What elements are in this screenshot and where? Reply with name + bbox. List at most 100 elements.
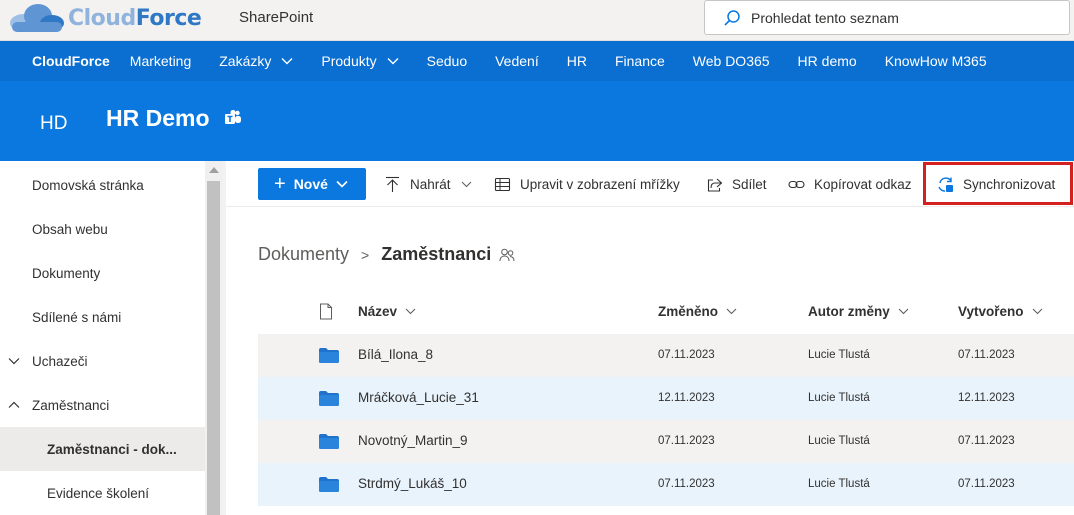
hub-item-produkty[interactable]: Produkty: [321, 53, 399, 69]
file-name-link[interactable]: Bílá_Ilona_8: [358, 347, 433, 362]
file-name-link[interactable]: Mráčková_Lucie_31: [358, 390, 479, 405]
table-row[interactable]: Bílá_Ilona_8 07.11.2023 Lucie Tlustá 07.…: [258, 334, 1074, 377]
site-title[interactable]: HR Demo: [106, 105, 210, 132]
chevron-down-icon: [726, 308, 737, 315]
hub-item-marketing[interactable]: Marketing: [130, 53, 191, 69]
chevron-down-icon[interactable]: [8, 357, 20, 365]
hub-item-label: Marketing: [129, 53, 192, 69]
app-name[interactable]: SharePoint: [239, 9, 313, 26]
chevron-down-icon: [405, 308, 416, 315]
table-row[interactable]: Novotný_Martin_9 07.11.2023 Lucie Tlustá…: [258, 420, 1074, 463]
nav-item-evidence-skoleni[interactable]: Evidence školení: [0, 471, 205, 515]
cloud-logo-icon: [10, 4, 64, 32]
cell-modified: 07.11.2023: [658, 349, 715, 361]
hub-item-hr-demo[interactable]: HR demo: [798, 53, 857, 69]
breadcrumb-dokumenty[interactable]: Dokumenty: [258, 244, 349, 265]
nav-item-label: Zaměstnanci: [32, 397, 110, 413]
new-button[interactable]: + Nové: [258, 168, 366, 200]
nav-item-dokumenty[interactable]: Dokumenty: [0, 251, 205, 295]
hub-item-knowhow-m365[interactable]: KnowHow M365: [885, 53, 987, 69]
column-header-label: Název: [358, 304, 398, 319]
breadcrumb: Dokumenty > Zaměstnanci: [258, 244, 515, 265]
nav-item-label: Domovská stránka: [32, 177, 144, 193]
nav-item-sdilene-s-nami[interactable]: Sdílené s námi: [0, 295, 205, 339]
cell-modified-by[interactable]: Lucie Tlustá: [808, 478, 870, 490]
nav-item-zamestnanci[interactable]: Zaměstnanci: [0, 383, 205, 427]
hub-item-hr[interactable]: HR: [567, 53, 587, 69]
list-header: Název Změněno Autor změny Vytvořeno: [258, 292, 1074, 333]
hub-item-zakazky[interactable]: Zakázky: [219, 53, 293, 69]
site-header: HD HR Demo: [0, 81, 1074, 161]
cell-modified: 07.11.2023: [658, 478, 715, 490]
nav-item-label: Sdílené s námi: [32, 309, 122, 325]
chevron-down-icon: [461, 181, 471, 187]
cell-modified-by[interactable]: Lucie Tlustá: [808, 349, 870, 361]
nav-item-label: Dokumenty: [32, 265, 101, 281]
nav-item-uchazeci[interactable]: Uchazeči: [0, 339, 205, 383]
cell-created: 07.11.2023: [958, 349, 1015, 361]
left-navigation: Domovská stránka Obsah webu Dokumenty Sd…: [0, 161, 205, 515]
search-icon: [724, 9, 740, 26]
edit-grid-view-button[interactable]: Upravit v zobrazení mřížky: [494, 173, 680, 195]
folder-icon: [319, 348, 339, 363]
nav-item-zamestnanci-dokumenty[interactable]: Zaměstnanci - dok...: [0, 427, 205, 471]
site-logo[interactable]: HD: [40, 113, 67, 135]
column-header-name[interactable]: Název: [358, 304, 416, 319]
hub-item-label: HR: [566, 53, 587, 69]
logo-text-force: Force: [135, 5, 202, 31]
column-header-created[interactable]: Vytvořeno: [958, 304, 1043, 319]
people-icon[interactable]: [499, 248, 515, 262]
column-header-label: Autor změny: [808, 304, 890, 319]
search-box[interactable]: Prohledat tento seznam: [704, 0, 1070, 35]
breadcrumb-separator: >: [361, 246, 370, 263]
cell-modified: 07.11.2023: [658, 435, 715, 447]
share-icon: [707, 178, 723, 192]
scroll-up-arrow-icon[interactable]: [209, 167, 219, 173]
left-nav-scrollbar[interactable]: [205, 161, 222, 515]
logo-text-cloud: Cloud: [68, 5, 136, 31]
hub-item-seduo[interactable]: Seduo: [427, 53, 467, 69]
hub-item-cloudforce[interactable]: CloudForce: [32, 53, 110, 69]
hub-item-label: Web DO365: [692, 53, 770, 69]
folder-icon: [319, 391, 339, 406]
hub-item-vedeni[interactable]: Vedení: [495, 53, 539, 69]
hub-item-label: KnowHow M365: [884, 53, 987, 69]
table-row[interactable]: Mráčková_Lucie_31 12.11.2023 Lucie Tlust…: [258, 377, 1074, 420]
teams-icon[interactable]: [224, 109, 242, 127]
copy-link-button-label: Kopírovat odkaz: [814, 176, 912, 192]
cloudforce-logo[interactable]: CloudForce: [6, 3, 202, 33]
column-header-label: Vytvořeno: [958, 304, 1024, 319]
table-row[interactable]: Strdmý_Lukáš_10 07.11.2023 Lucie Tlustá …: [258, 463, 1074, 506]
nav-item-obsah-webu[interactable]: Obsah webu: [0, 207, 205, 251]
copy-link-button[interactable]: Kopírovat odkaz: [788, 173, 912, 195]
folder-icon: [319, 477, 339, 492]
upload-button[interactable]: Nahrát: [384, 173, 472, 195]
hub-item-web-do365[interactable]: Web DO365: [693, 53, 770, 69]
column-header-modified-by[interactable]: Autor změny: [808, 304, 909, 319]
hub-item-label: Seduo: [426, 53, 468, 69]
file-name-link[interactable]: Strdmý_Lukáš_10: [358, 476, 467, 491]
scroll-thumb[interactable]: [207, 181, 220, 515]
file-name-link[interactable]: Novotný_Martin_9: [358, 433, 468, 448]
cell-created: 07.11.2023: [958, 435, 1015, 447]
hub-item-label: Vedení: [495, 53, 539, 69]
left-nav-divider: [222, 161, 226, 515]
command-bar: + Nové Nahrát Upravit v zobrazení mřížky…: [226, 161, 1074, 207]
nav-item-label: Obsah webu: [32, 221, 108, 237]
breadcrumb-current[interactable]: Zaměstnanci: [381, 244, 491, 265]
link-icon: [788, 180, 805, 188]
nav-item-domovska-stranka[interactable]: Domovská stránka: [0, 163, 205, 207]
chevron-up-icon[interactable]: [8, 401, 20, 409]
chevron-down-icon: [336, 180, 348, 188]
share-button[interactable]: Sdílet: [706, 173, 767, 195]
cell-modified-by[interactable]: Lucie Tlustá: [808, 435, 870, 447]
cell-created: 07.11.2023: [958, 478, 1015, 490]
column-header-modified[interactable]: Změněno: [658, 304, 737, 319]
chevron-down-icon: [387, 58, 399, 65]
grid-icon: [494, 177, 511, 191]
cell-modified-by[interactable]: Lucie Tlustá: [808, 392, 870, 404]
hub-item-label: Produkty: [321, 53, 377, 69]
hub-item-finance[interactable]: Finance: [615, 53, 665, 69]
share-button-label: Sdílet: [732, 176, 767, 192]
file-type-icon[interactable]: [319, 303, 333, 320]
